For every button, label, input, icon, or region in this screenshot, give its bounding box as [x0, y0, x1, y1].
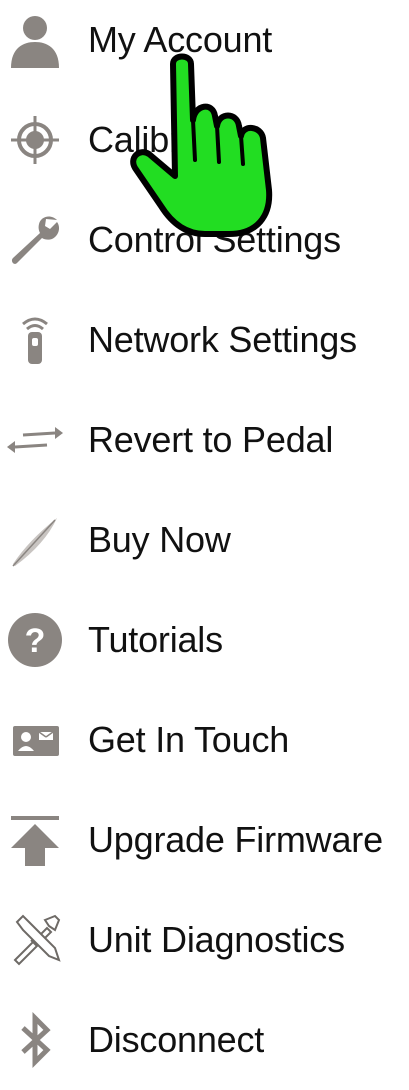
menu-item-label: Calibrate — [88, 119, 231, 160]
menu-item-label: Get In Touch — [88, 719, 290, 760]
upload-arrow-icon — [5, 810, 65, 870]
menu-item-label: Upgrade Firmware — [88, 819, 383, 860]
bluetooth-icon — [5, 1010, 65, 1070]
svg-text:?: ? — [25, 622, 46, 660]
tools-icon — [5, 910, 65, 970]
crosshair-icon — [5, 110, 65, 170]
menu-item-label: Buy Now — [88, 519, 231, 560]
contact-card-icon — [5, 710, 65, 770]
menu-item-label: Network Settings — [88, 319, 357, 360]
question-circle-icon: ? — [5, 610, 65, 670]
wrench-icon — [5, 210, 65, 270]
menu-item-label: Control Settings — [88, 219, 341, 260]
menu-item-label: Revert to Pedal — [88, 419, 334, 460]
swap-arrows-icon — [5, 410, 65, 470]
menu-item-label: Unit Diagnostics — [88, 919, 345, 960]
menu-item-disconnect[interactable]: Disconnect — [0, 990, 409, 1090]
person-icon — [5, 10, 65, 70]
menu-item-label: Tutorials — [88, 619, 223, 660]
menu-item-label: Disconnect — [88, 1019, 265, 1060]
menu-item-unit-diagnostics[interactable]: Unit Diagnostics — [0, 890, 409, 990]
menu-item-my-account[interactable]: My Account — [0, 0, 409, 90]
menu-item-revert-to-pedal[interactable]: Revert to Pedal — [0, 390, 409, 490]
menu-item-buy-now[interactable]: Buy Now — [0, 490, 409, 590]
menu-item-label: My Account — [88, 19, 273, 60]
menu-item-control-settings[interactable]: Control Settings — [0, 190, 409, 290]
feather-icon — [5, 510, 65, 570]
menu-item-calibrate[interactable]: Calibrate — [0, 90, 409, 190]
menu-item-upgrade-firmware[interactable]: Upgrade Firmware — [0, 790, 409, 890]
wireless-remote-icon — [5, 310, 65, 370]
menu-item-tutorials[interactable]: ? Tutorials — [0, 590, 409, 690]
menu-item-network-settings[interactable]: Network Settings — [0, 290, 409, 390]
menu-item-get-in-touch[interactable]: Get In Touch — [0, 690, 409, 790]
